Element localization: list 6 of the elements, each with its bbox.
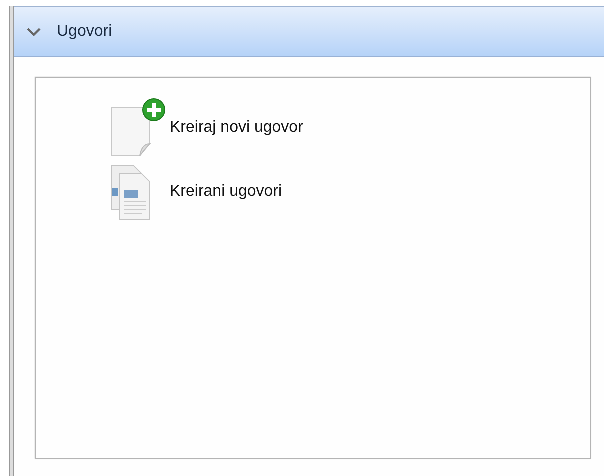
panel-header[interactable]: Ugovori <box>14 7 604 57</box>
panel-title: Ugovori <box>57 22 112 40</box>
chevron-icon <box>27 26 41 36</box>
menu-link[interactable]: Kreirani ugovori <box>170 183 282 201</box>
menu-link[interactable]: Kreiraj novi ugovor <box>170 119 304 137</box>
new-document-icon <box>110 98 166 158</box>
